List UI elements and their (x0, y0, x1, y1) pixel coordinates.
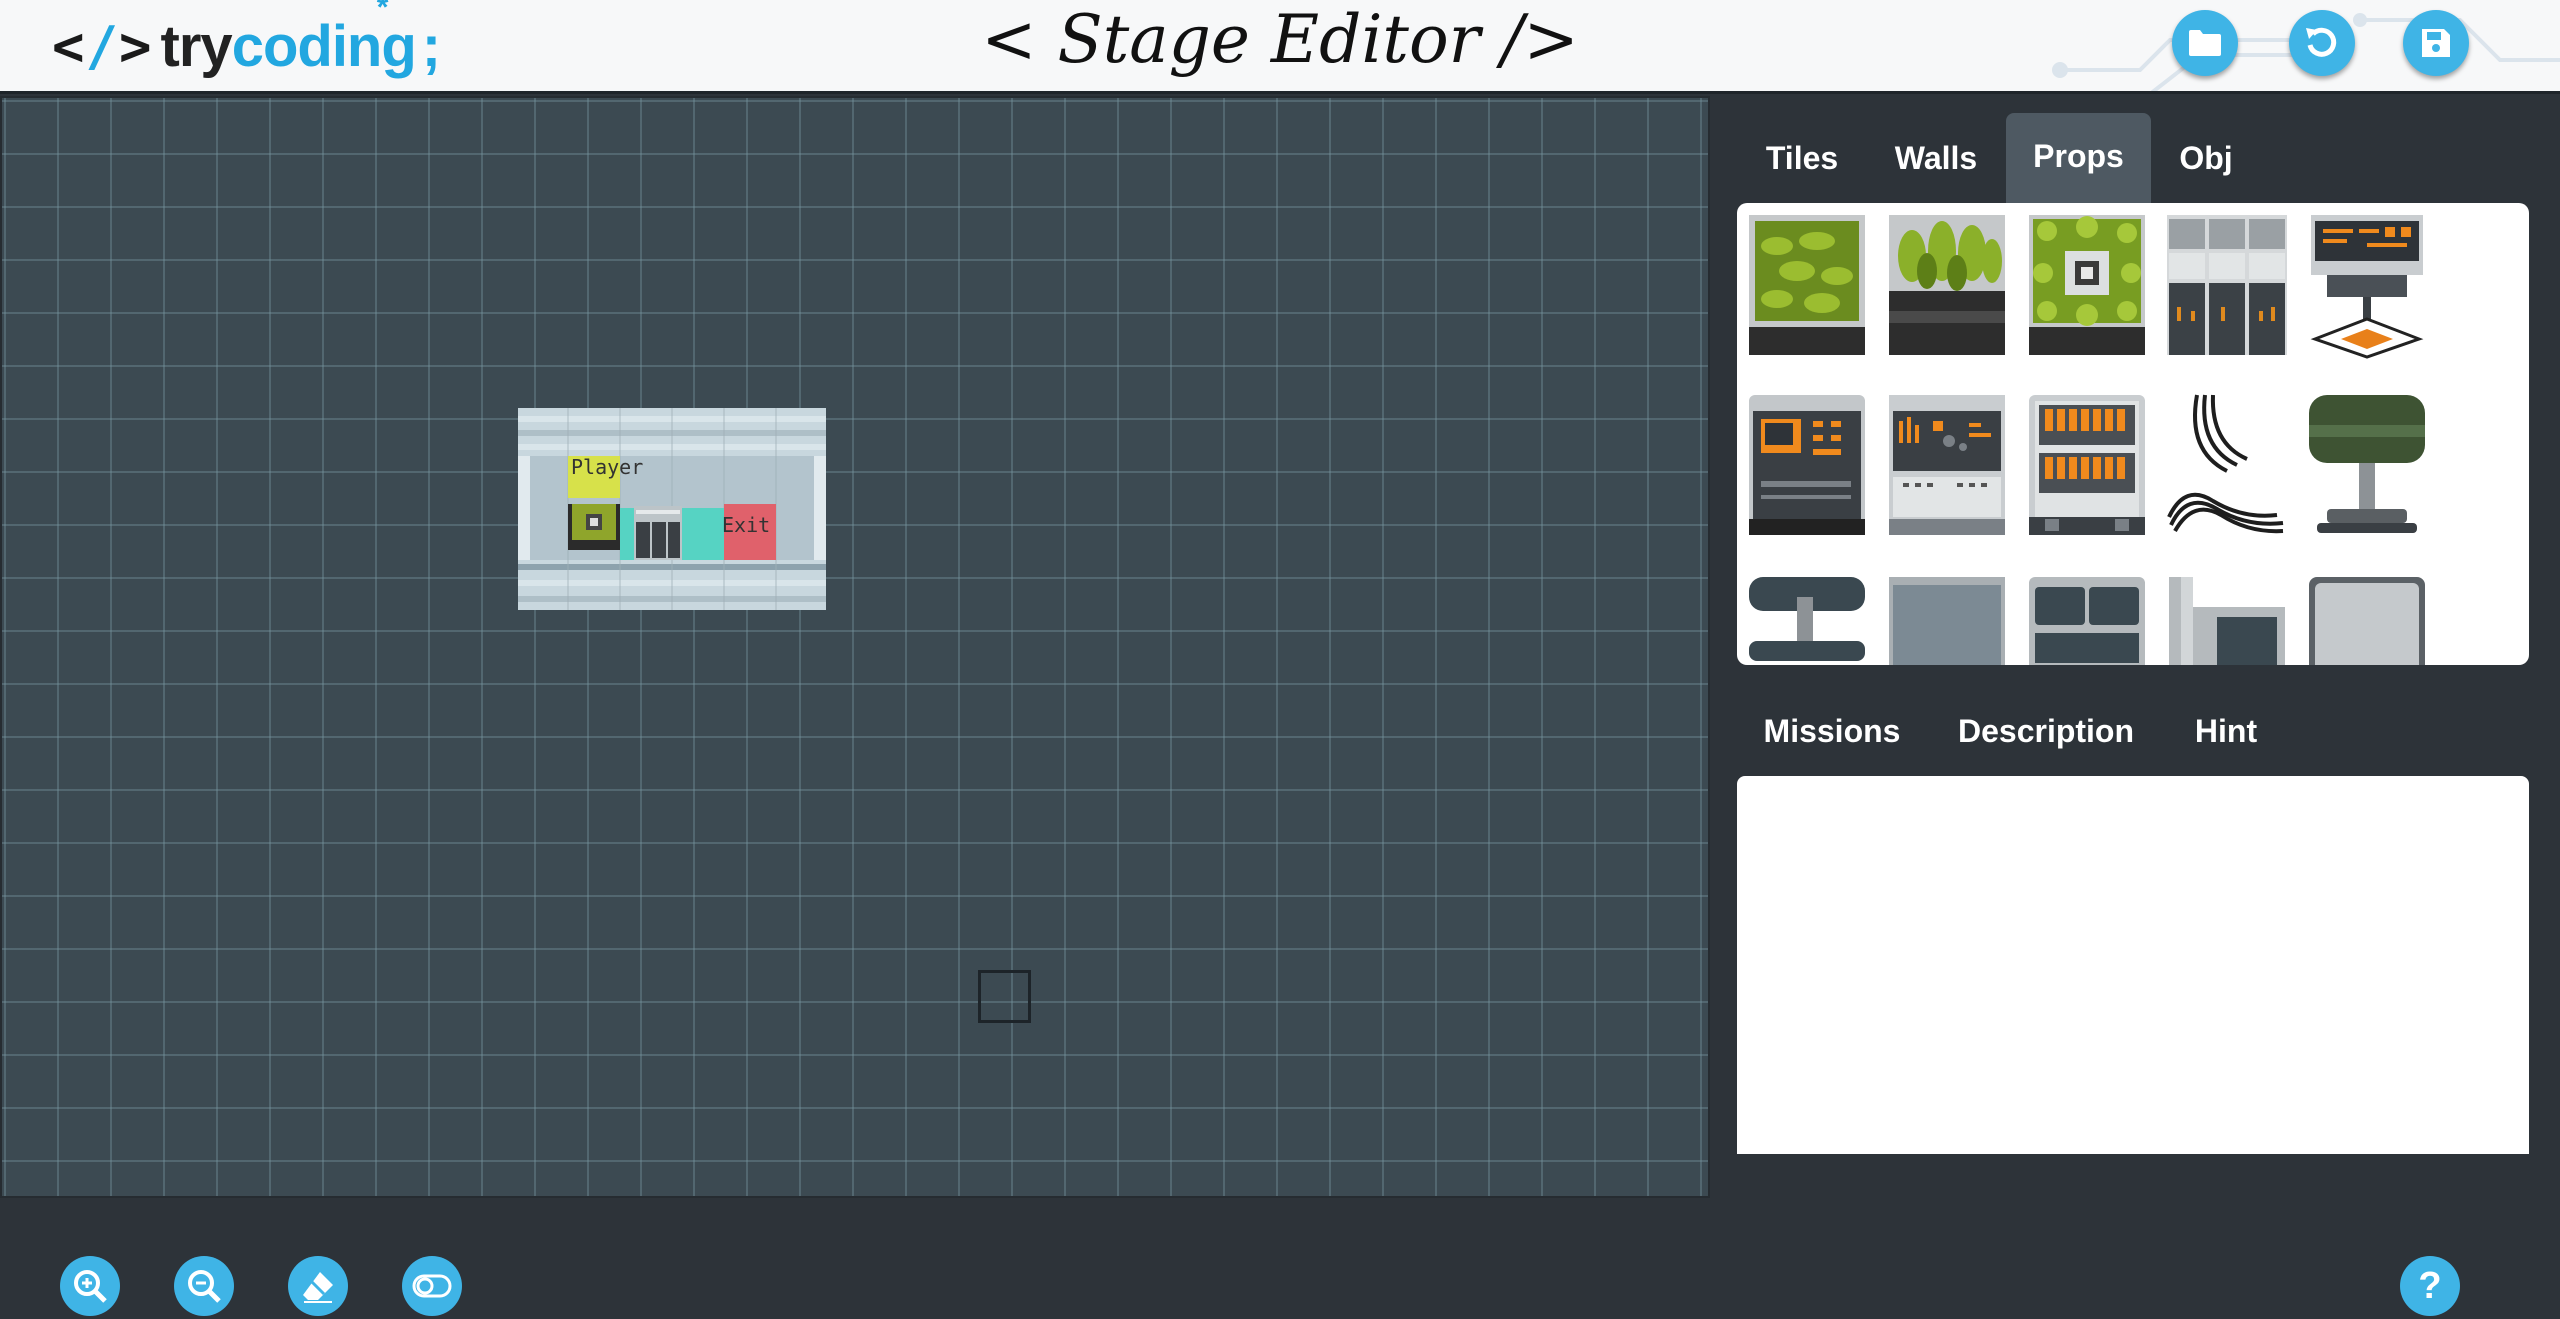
corner-desk-icon (2169, 577, 2285, 665)
server-rack-prop[interactable] (634, 506, 682, 560)
tall-plant-planter-icon (1889, 215, 2005, 355)
round-table-dark-icon (1749, 577, 1865, 661)
folder-icon (2189, 30, 2221, 56)
player-label: Player (571, 455, 643, 479)
prop-hedge-planter[interactable] (1747, 211, 1867, 359)
tab-props[interactable]: Props (2006, 113, 2151, 203)
question-icon: ? (2418, 1264, 2442, 1307)
stage-canvas[interactable]: Player Exit (0, 96, 1710, 1198)
props-palette (1737, 203, 2529, 665)
bottom-toolbar (0, 1198, 2560, 1319)
prop-display-case[interactable] (2307, 573, 2427, 665)
cable-bundle-icon (2167, 394, 2284, 534)
stage-room[interactable]: Player Exit (518, 408, 826, 610)
server-cabinet-icon (2029, 395, 2145, 535)
prop-cable-bundle[interactable] (2167, 391, 2287, 539)
planter-prop[interactable] (568, 504, 620, 550)
double-cabinet-icon (2029, 577, 2145, 665)
round-table-green-icon (2309, 395, 2425, 533)
tab-obj[interactable]: Obj (2151, 115, 2261, 201)
prop-round-table-green[interactable] (2307, 391, 2427, 539)
zoom-in-icon (74, 1270, 107, 1303)
zoom-in-button[interactable] (60, 1256, 120, 1316)
tab-description[interactable]: Description (1941, 688, 2151, 774)
undo-icon (2306, 27, 2337, 57)
zoom-out-icon (188, 1270, 221, 1303)
exit-tile[interactable]: Exit (722, 504, 776, 560)
plant-ring-planter-icon (2029, 215, 2145, 355)
exit-label: Exit (722, 513, 770, 537)
prop-tall-plant-planter[interactable] (1887, 211, 2007, 359)
prop-double-cabinet[interactable] (2027, 573, 2147, 665)
lab-machine-icon (1889, 395, 2005, 535)
toggle-icon (412, 1274, 452, 1298)
header-bar: < / > try coding * ; < Stage Editor /> (0, 0, 2560, 94)
help-button[interactable]: ? (2400, 1256, 2460, 1316)
prop-lab-machine[interactable] (1887, 391, 2007, 539)
display-case-icon (2309, 577, 2425, 665)
tab-tiles[interactable]: Tiles (1737, 115, 1867, 201)
tab-hint[interactable]: Hint (2178, 688, 2274, 774)
prop-control-console[interactable] (1747, 391, 1867, 539)
open-folder-button[interactable] (2172, 10, 2238, 76)
selection-cursor (978, 970, 1031, 1023)
floppy-icon (2422, 29, 2450, 57)
zoom-out-button[interactable] (174, 1256, 234, 1316)
prop-computer-terminal[interactable] (2307, 211, 2427, 359)
prop-steel-counter[interactable] (1887, 573, 2007, 665)
undo-button[interactable] (2289, 10, 2355, 76)
prop-plant-ring-planter[interactable] (2027, 211, 2147, 359)
tab-walls[interactable]: Walls (1867, 115, 2005, 201)
prop-server-cabinet[interactable] (2027, 391, 2147, 539)
tab-missions[interactable]: Missions (1737, 688, 1927, 774)
server-rack-icon (2167, 215, 2287, 355)
control-console-icon (1749, 395, 1865, 535)
prop-round-table-dark[interactable] (1747, 573, 1867, 665)
info-content-panel[interactable] (1737, 776, 2529, 1154)
computer-terminal-icon (2310, 215, 2424, 359)
eraser-button[interactable] (288, 1256, 348, 1316)
steel-counter-icon (1889, 577, 2005, 665)
save-button[interactable] (2403, 10, 2469, 76)
prop-server-rack[interactable] (2167, 211, 2287, 359)
prop-corner-desk[interactable] (2167, 573, 2287, 665)
toggle-button[interactable] (402, 1256, 462, 1316)
hedge-planter-icon (1749, 215, 1865, 355)
eraser-icon (303, 1272, 333, 1303)
